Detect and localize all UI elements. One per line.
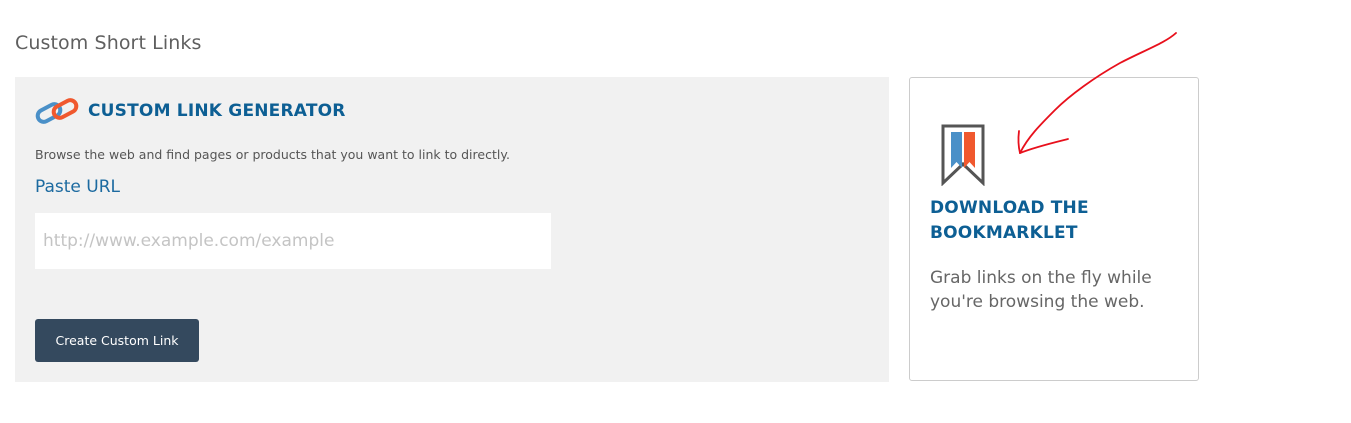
- url-input[interactable]: [35, 213, 551, 269]
- generator-description: Browse the web and find pages or product…: [35, 147, 510, 162]
- create-custom-link-button[interactable]: Create Custom Link: [35, 319, 199, 362]
- bookmarklet-card[interactable]: DOWNLOAD THE BOOKMARKLET Grab links on t…: [909, 77, 1199, 381]
- bookmark-icon: [941, 124, 985, 186]
- generator-header: CUSTOM LINK GENERATOR: [35, 95, 346, 127]
- bookmarklet-description: Grab links on the fly while you're brows…: [930, 268, 1152, 312]
- custom-link-generator-panel: CUSTOM LINK GENERATOR Browse the web and…: [15, 77, 889, 382]
- download-bookmarklet-title[interactable]: DOWNLOAD THE BOOKMARKLET: [930, 196, 1170, 246]
- generator-title: CUSTOM LINK GENERATOR: [88, 101, 346, 121]
- page: Custom Short Links CUSTOM LINK GENERATOR…: [0, 0, 1351, 423]
- paste-url-label: Paste URL: [35, 177, 121, 197]
- page-title: Custom Short Links: [15, 32, 202, 54]
- chain-link-icon: [35, 98, 79, 124]
